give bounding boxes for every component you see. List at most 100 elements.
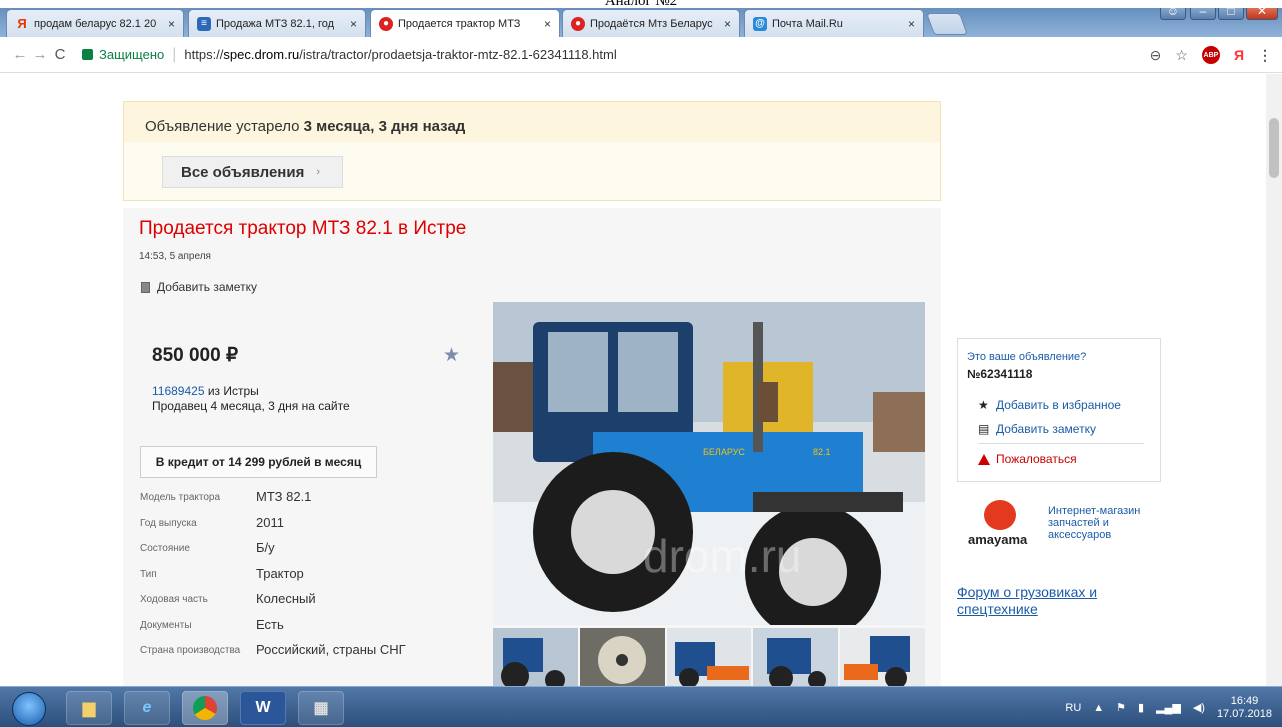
seller-city: из Истры (204, 384, 259, 398)
sidebar-add-note-link[interactable]: ▤ Добавить заметку (978, 422, 1096, 436)
tractor-photo: БЕЛАРУС 82.1 drom.ru (493, 302, 925, 625)
page-content: Объявление устарело 3 месяца, 3 дня наза… (0, 74, 1282, 686)
add-note-link[interactable]: Добавить заметку (141, 280, 257, 294)
signal-icon[interactable]: ▂▄▆ (1156, 701, 1181, 714)
credit-button[interactable]: В кредит от 14 299 рублей в месяц (140, 446, 377, 478)
price: 850 000 ₽ (152, 345, 239, 366)
spec-value: Б/у (256, 540, 275, 555)
ie-icon[interactable]: e (124, 691, 170, 725)
forward-icon[interactable]: → (30, 46, 50, 63)
thumbnail[interactable] (666, 628, 752, 686)
tab-1[interactable]: Я продам беларус 82.1 20 × (6, 9, 184, 37)
photo-watermark: drom.ru (643, 530, 801, 582)
tab-5[interactable]: @ Почта Mail.Ru × (744, 9, 924, 37)
add-favorite-label: Добавить в избранное (996, 398, 1121, 412)
seller-id-link[interactable]: 11689425 (152, 384, 205, 398)
tab-4-close-icon[interactable]: × (724, 17, 731, 31)
spec-row: Год выпуска 2011 (140, 514, 480, 540)
favorite-star-icon[interactable]: ★ (443, 344, 460, 367)
document-header-text: Аналог №2 (604, 0, 678, 9)
spec-key: Страна производства (140, 645, 241, 656)
thumbnail[interactable] (753, 628, 839, 686)
bookmark-star-icon[interactable]: ☆ (1175, 47, 1188, 64)
zoom-icon[interactable]: ⊖ (1150, 47, 1162, 64)
tab-3[interactable]: ● Продается трактор МТЗ × (370, 9, 560, 37)
network-icon[interactable]: ▮ (1138, 701, 1144, 714)
tray-arrow-icon[interactable]: ▲ (1093, 702, 1104, 714)
spec-row: Ходовая часть Колесный (140, 590, 480, 616)
add-note-label: Добавить заметку (157, 280, 257, 294)
main-photo[interactable]: БЕЛАРУС 82.1 drom.ru (493, 302, 925, 625)
tab-2[interactable]: ≡ Продажа МТЗ 82.1, год × (188, 9, 366, 37)
yandex-extension-icon[interactable]: Я (1234, 47, 1244, 63)
tractor-model-label: 82.1 (813, 447, 831, 457)
spec-row: Документы Есть (140, 616, 480, 642)
clock-date: 17.07.2018 (1216, 707, 1272, 720)
thumbnail[interactable] (493, 628, 578, 686)
scrollbar-thumb[interactable] (1269, 118, 1279, 178)
menu-icon[interactable]: ⋮ (1258, 47, 1272, 64)
your-ad-link[interactable]: Это ваше объявление? (967, 351, 1086, 363)
back-icon[interactable]: ← (10, 46, 30, 63)
address-separator: | (172, 45, 177, 63)
tab-4[interactable]: ● Продаётся Мтз Беларус × (562, 9, 740, 37)
mail-icon: @ (753, 16, 767, 31)
document-header: Аналог №2 (0, 0, 1282, 9)
spec-row: Модель трактора МТЗ 82.1 (140, 488, 480, 514)
chrome-icon[interactable] (182, 691, 228, 725)
spec-value: Есть (256, 616, 284, 632)
tab-2-label: Продажа МТЗ 82.1, год (216, 17, 335, 30)
specs-table: Модель трактора МТЗ 82.1 Год выпуска 2011 … (140, 488, 480, 667)
add-favorite-link[interactable]: ★ Добавить в избранное (978, 398, 1121, 412)
seller-age: Продавец 4 месяца, 3 дня на сайте (152, 399, 350, 413)
spec-key: Состояние (140, 543, 190, 554)
windows-start-button[interactable] (12, 692, 46, 726)
warning-icon (978, 453, 990, 465)
tab-5-close-icon[interactable]: × (908, 17, 915, 31)
toolbar-right: ⊖ ☆ ABP Я ⋮ (1150, 37, 1272, 73)
thumbnail[interactable] (579, 628, 665, 686)
url-prefix: https:// (184, 47, 224, 62)
tab-2-close-icon[interactable]: × (350, 17, 357, 31)
new-tab-button[interactable] (925, 13, 969, 35)
amayama-car-icon (984, 500, 1016, 530)
adblock-icon[interactable]: ABP (1201, 46, 1220, 64)
volume-icon[interactable]: ◀) (1193, 701, 1205, 714)
yandex-icon: Я (17, 16, 27, 31)
tab-1-close-icon[interactable]: × (168, 17, 175, 31)
spec-value: Трактор (256, 565, 304, 581)
clock[interactable]: 16:49 17.07.2018 (1217, 695, 1272, 721)
note-icon (141, 281, 150, 293)
language-indicator[interactable]: RU (1065, 702, 1081, 714)
drom-icon: ● (379, 16, 393, 31)
outdated-notice: Объявление устарело 3 месяца, 3 дня наза… (123, 101, 941, 201)
sidebar-add-note-label: Добавить заметку (996, 422, 1096, 436)
explorer-icon[interactable]: ▆ (66, 691, 112, 725)
all-ads-button[interactable]: Все объявления › (162, 156, 344, 188)
amayama-name: amayama (968, 532, 1028, 547)
thumbnail[interactable] (840, 628, 925, 686)
tab-5-label: Почта Mail.Ru (772, 17, 843, 30)
amayama-link[interactable]: Интернет-магазин запчастей и аксессуаров (1048, 505, 1158, 541)
spec-key: Год выпуска (140, 517, 197, 529)
reload-icon[interactable]: C (50, 46, 70, 63)
amayama-logo[interactable]: amayama (966, 500, 1046, 550)
word-icon[interactable]: W (240, 691, 286, 725)
complain-link[interactable]: Пожаловаться (978, 452, 1077, 466)
doc-icon: ≡ (197, 16, 211, 31)
notice-lower: Все объявления › (124, 142, 940, 200)
secure-label: Защищено (99, 47, 165, 62)
tractor-brand-label: БЕЛАРУС (703, 447, 745, 457)
chevron-right-icon: › (316, 166, 321, 178)
flag-icon[interactable]: ⚑ (1116, 701, 1126, 714)
browser-toolbar: ← → C Защищено | https://spec.drom.ru/is… (0, 37, 1282, 73)
system-tray: RU ▲ ⚑ ▮ ▂▄▆ ◀) 16:49 17.07.2018 (1065, 687, 1272, 727)
forum-link[interactable]: Форум о грузовиках и спецтехнике (957, 584, 1137, 618)
address-bar[interactable]: https://spec.drom.ru/istra/tractor/proda… (184, 47, 616, 62)
clock-time: 16:49 (1230, 694, 1259, 707)
calculator-icon[interactable]: ▦ (298, 691, 344, 725)
drom-icon: ● (571, 16, 585, 31)
url-domain: spec.drom.ru (223, 47, 300, 62)
tab-3-close-icon[interactable]: × (544, 17, 551, 31)
thumbnail-image (493, 628, 578, 686)
